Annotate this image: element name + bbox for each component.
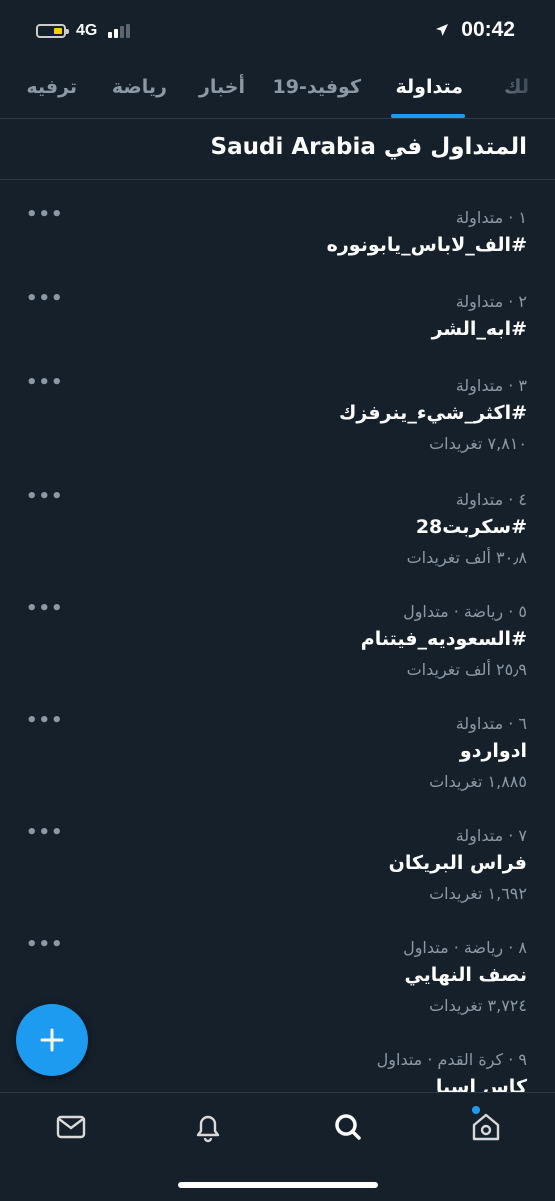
tabs-divider <box>0 118 555 119</box>
trend-meta: ٢ · متداولة <box>455 292 527 311</box>
trend-meta: ٨ · رياضة · متداول <box>403 938 527 957</box>
trend-meta: ٤ · متداولة <box>455 490 527 509</box>
trend-tweet-count: ١,٦٩٢ تغريدات <box>429 884 527 903</box>
more-options-icon[interactable]: ••• <box>26 598 63 619</box>
section-divider <box>0 179 555 180</box>
home-indicator <box>178 1182 378 1188</box>
tab-trending[interactable]: متداولة <box>396 76 463 98</box>
tab-news[interactable]: أخبار <box>199 76 245 98</box>
tab-for-you[interactable]: لك <box>504 76 529 98</box>
more-options-icon[interactable]: ••• <box>26 710 63 731</box>
trend-meta: ٧ · متداولة <box>455 826 527 845</box>
trend-meta: ٣ · متداولة <box>455 376 527 395</box>
more-options-icon[interactable]: ••• <box>26 486 63 507</box>
clock: 00:42 <box>461 18 515 41</box>
status-bar: 4G 00:42 <box>0 0 555 62</box>
search-icon[interactable] <box>328 1111 368 1143</box>
trend-name: نصف النهايي <box>404 964 527 986</box>
network-type: 4G <box>76 22 98 39</box>
home-icon[interactable] <box>466 1111 506 1143</box>
explore-tabs: لك متداولة كوفيد-19 أخبار رياضة ترفيه <box>0 62 555 118</box>
trend-name: #الف_لاباس_يابونوره <box>326 234 527 256</box>
tab-entertainment[interactable]: ترفيه <box>26 76 77 98</box>
signal-icon <box>108 24 134 38</box>
trend-name: ادواردو <box>459 740 527 762</box>
trend-tweet-count: ٧,٨١٠ تغريدات <box>429 434 527 453</box>
more-options-icon[interactable]: ••• <box>26 822 63 843</box>
trend-meta: ٩ · كرة القدم · متداول <box>376 1050 527 1069</box>
trend-tweet-count: ١,٨٨٥ تغريدات <box>429 772 527 791</box>
location-arrow-icon <box>436 24 448 36</box>
trend-meta: ٥ · رياضة · متداول <box>403 602 527 621</box>
mail-icon[interactable] <box>52 1111 92 1143</box>
trend-meta: ٦ · متداولة <box>455 714 527 733</box>
trend-name: #السعوديه_فيتنام <box>360 628 527 650</box>
trend-meta: ١ · متداولة <box>455 208 527 227</box>
trend-name: #اكثر_شيء_ينرفزك <box>338 402 527 424</box>
trend-tweet-count: ٣,٧٢٤ تغريدات <box>429 996 527 1015</box>
plus-icon <box>40 1028 64 1052</box>
tab-sports[interactable]: رياضة <box>112 76 167 98</box>
battery-icon <box>36 24 69 38</box>
bell-icon[interactable] <box>188 1111 228 1143</box>
trend-tweet-count: ٣٠٫٨ ألف تغريدات <box>406 548 527 567</box>
compose-tweet-button[interactable] <box>16 1004 88 1076</box>
more-options-icon[interactable]: ••• <box>26 372 63 393</box>
trend-name: #سكربت28 <box>415 516 527 538</box>
more-options-icon[interactable]: ••• <box>26 288 63 309</box>
trend-tweet-count: ٢٥٫٩ ألف تغريدات <box>406 660 527 679</box>
trend-name: فراس البريكان <box>388 852 527 874</box>
notification-dot <box>472 1106 480 1114</box>
section-title: المتداول في Saudi Arabia <box>210 134 527 160</box>
more-options-icon[interactable]: ••• <box>26 204 63 225</box>
trend-name: #ابه_الشر <box>431 318 527 340</box>
more-options-icon[interactable]: ••• <box>26 934 63 955</box>
tab-covid[interactable]: كوفيد-19 <box>273 76 361 98</box>
